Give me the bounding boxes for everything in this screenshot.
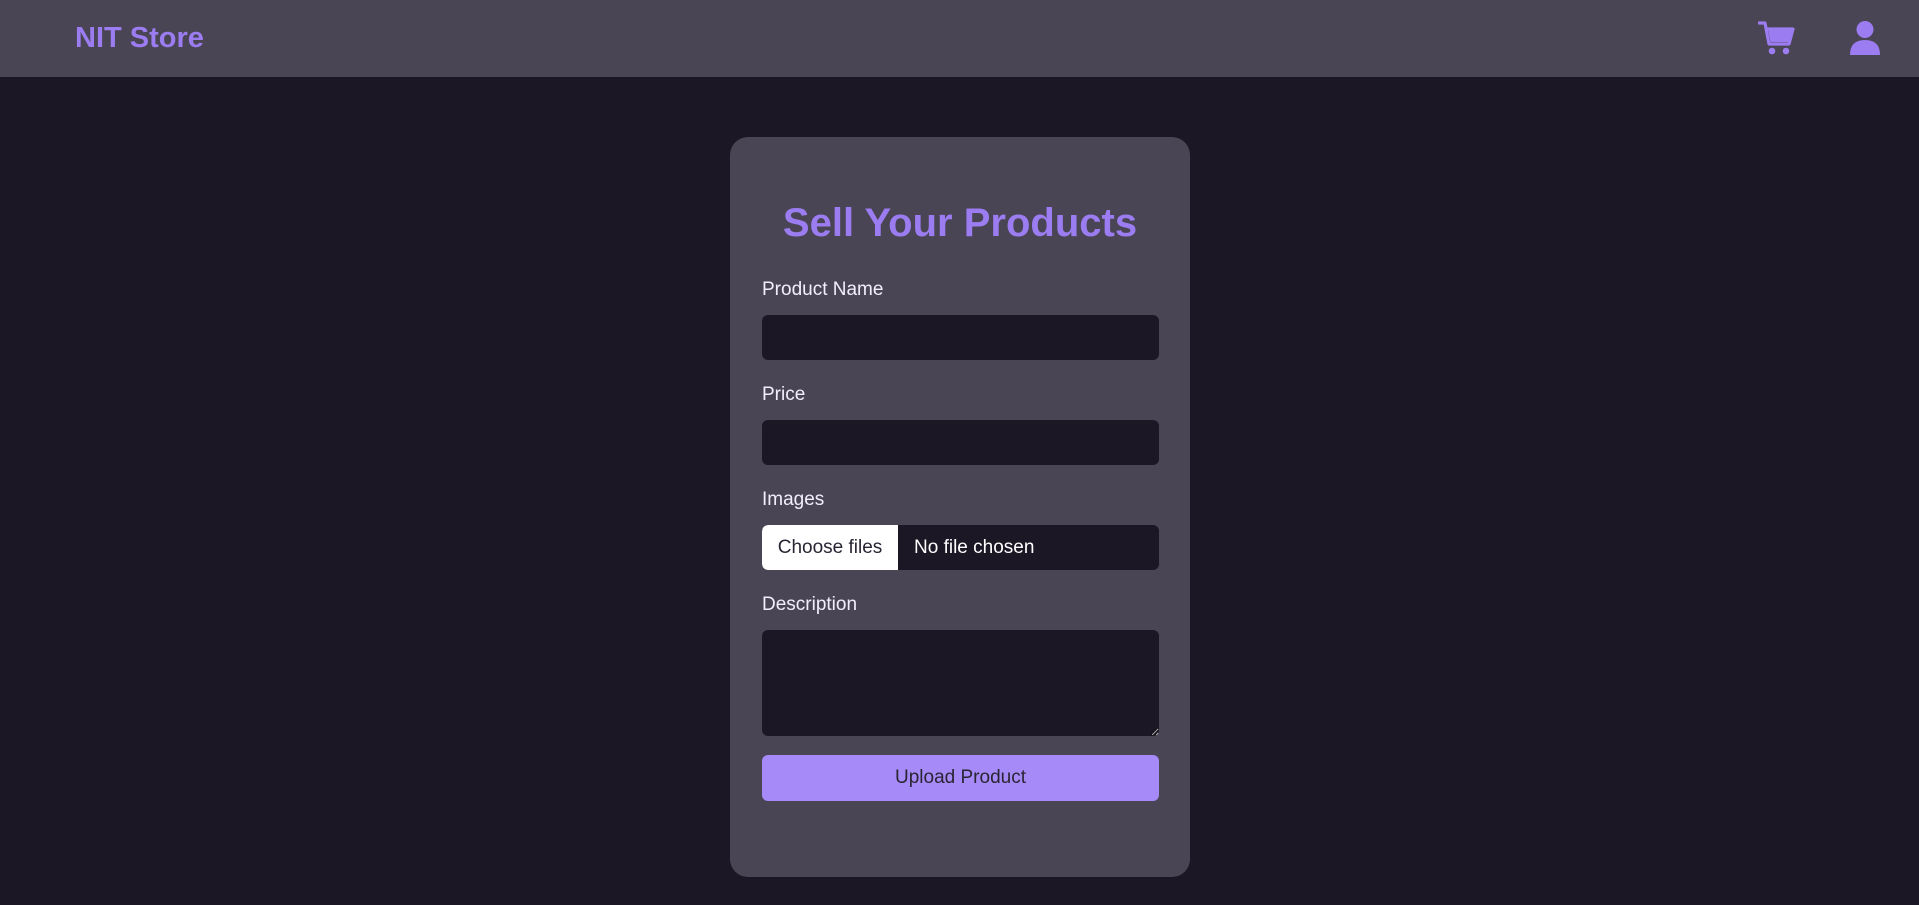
brand-logo[interactable]: NIT Store	[75, 19, 204, 57]
price-label: Price	[762, 384, 806, 405]
choose-files-button[interactable]: Choose files	[762, 525, 898, 570]
description-label: Description	[762, 594, 858, 615]
user-icon[interactable]	[1845, 18, 1885, 58]
product-name-input[interactable]	[762, 315, 1159, 360]
product-name-label: Product Name	[762, 279, 884, 300]
file-status-text: No file chosen	[914, 536, 1035, 558]
images-file-input[interactable]: Choose files No file chosen	[762, 525, 1159, 570]
price-input[interactable]	[762, 420, 1159, 465]
images-label: Images	[762, 489, 825, 510]
description-textarea[interactable]	[762, 630, 1159, 736]
cart-icon[interactable]	[1757, 18, 1797, 58]
navbar: NIT Store	[0, 0, 1919, 77]
page-title: Sell Your Products	[782, 201, 1138, 245]
upload-product-button[interactable]: Upload Product	[762, 755, 1159, 801]
sell-product-card: Sell Your Products Product Name Price Im…	[730, 137, 1190, 877]
